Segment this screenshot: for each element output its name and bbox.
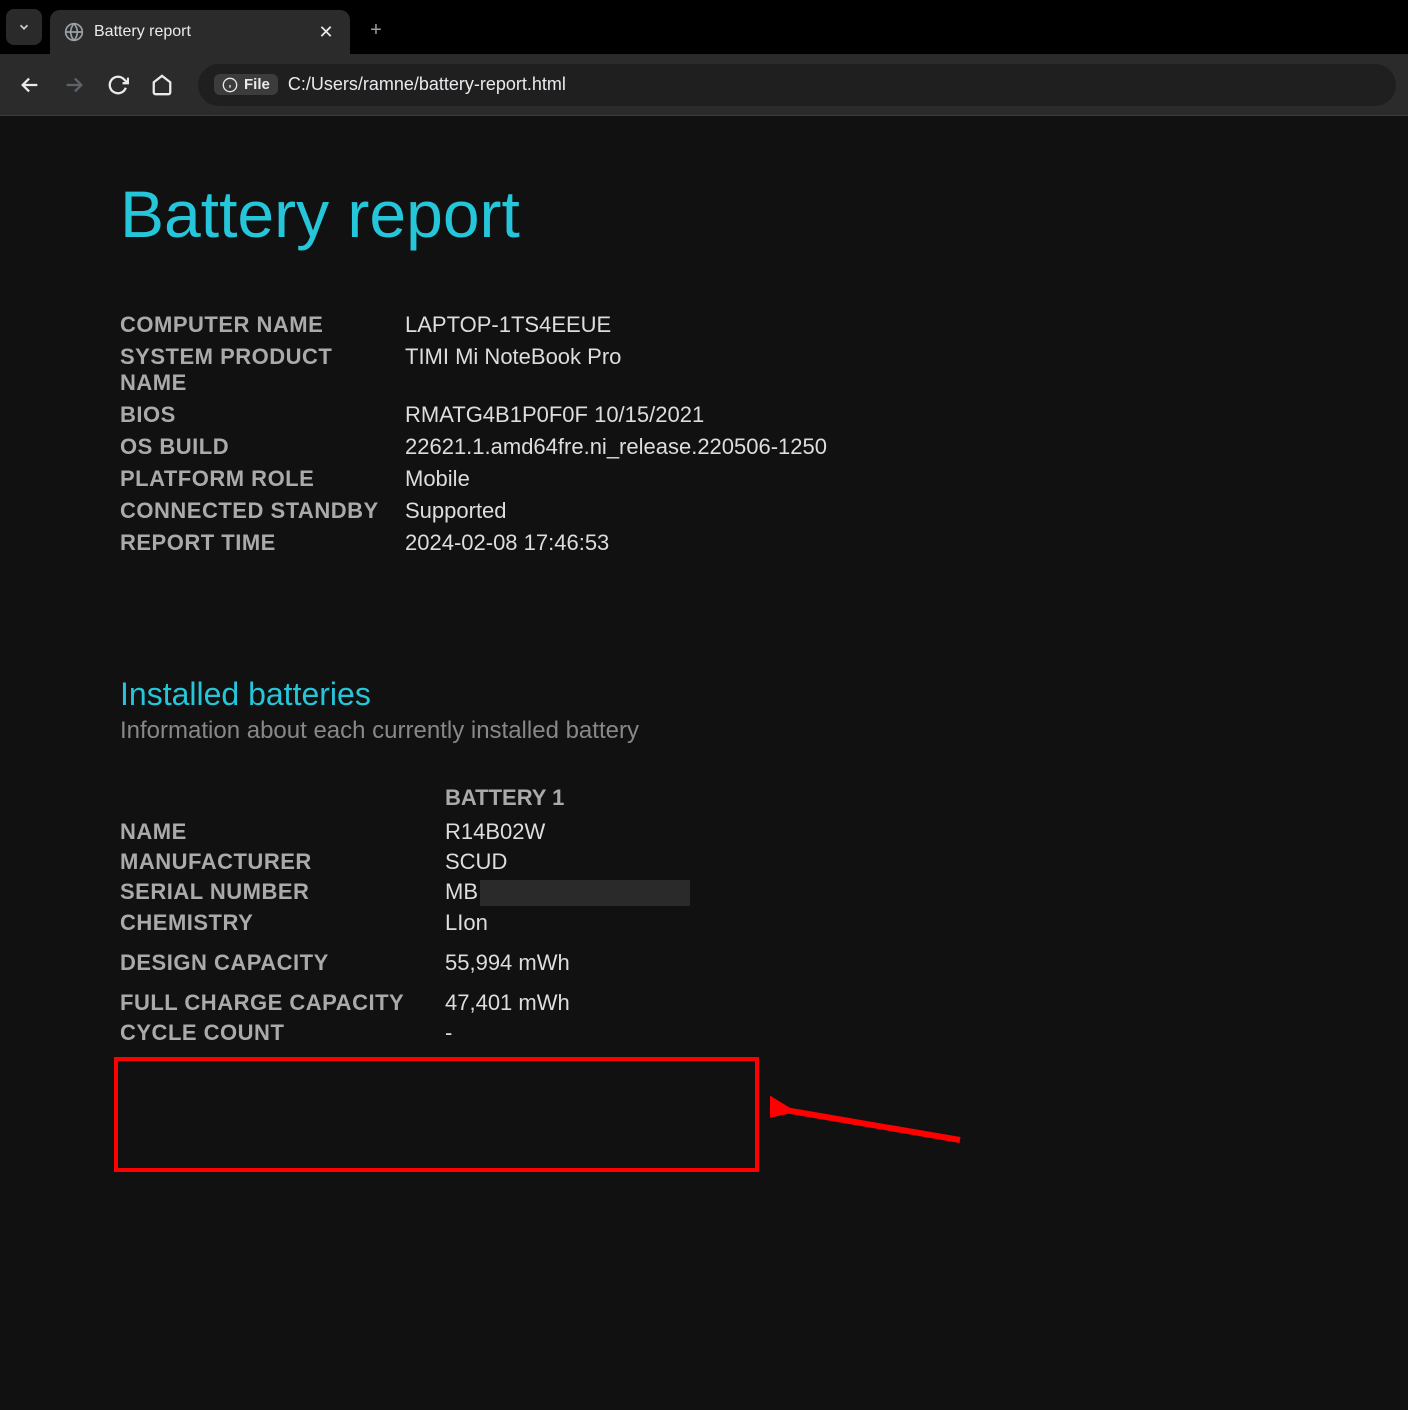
info-value: Mobile bbox=[405, 466, 470, 492]
info-row: MANUFACTURERSCUD bbox=[120, 849, 1408, 875]
info-row: OS BUILD22621.1.amd64fre.ni_release.2205… bbox=[120, 434, 1408, 460]
info-value: TIMI Mi NoteBook Pro bbox=[405, 344, 621, 396]
info-label: SYSTEM PRODUCT NAME bbox=[120, 344, 405, 396]
battery-column-header: BATTERY 1 bbox=[445, 785, 564, 811]
info-row: PLATFORM ROLEMobile bbox=[120, 466, 1408, 492]
info-value: SCUD bbox=[445, 849, 507, 875]
info-row: SERIAL NUMBERMB bbox=[120, 879, 1408, 906]
info-label: COMPUTER NAME bbox=[120, 312, 405, 338]
info-value: LAPTOP-1TS4EEUE bbox=[405, 312, 611, 338]
info-label: CYCLE COUNT bbox=[120, 1020, 445, 1046]
home-icon bbox=[151, 74, 173, 96]
info-label: OS BUILD bbox=[120, 434, 405, 460]
page-title: Battery report bbox=[120, 176, 1408, 252]
address-bar[interactable]: File C:/Users/ramne/battery-report.html bbox=[198, 64, 1396, 106]
battery-info-table: NAMER14B02WMANUFACTURERSCUDSERIAL NUMBER… bbox=[120, 819, 1408, 1046]
forward-button[interactable] bbox=[56, 67, 92, 103]
browser-toolbar: File C:/Users/ramne/battery-report.html bbox=[0, 54, 1408, 116]
info-value: 47,401 mWh bbox=[445, 990, 570, 1016]
tab-search-button[interactable] bbox=[6, 9, 42, 45]
info-label: SERIAL NUMBER bbox=[120, 879, 445, 906]
info-label: MANUFACTURER bbox=[120, 849, 445, 875]
info-label: CONNECTED STANDBY bbox=[120, 498, 405, 524]
info-row: FULL CHARGE CAPACITY47,401 mWh bbox=[120, 980, 1408, 1016]
reload-icon bbox=[107, 74, 129, 96]
info-label: CHEMISTRY bbox=[120, 910, 445, 936]
info-row: REPORT TIME2024-02-08 17:46:53 bbox=[120, 530, 1408, 556]
info-label: NAME bbox=[120, 819, 445, 845]
info-label: REPORT TIME bbox=[120, 530, 405, 556]
info-label: BIOS bbox=[120, 402, 405, 428]
arrow-left-icon bbox=[19, 74, 41, 96]
info-value: MB bbox=[445, 879, 690, 906]
info-value: LIon bbox=[445, 910, 488, 936]
info-value: Supported bbox=[405, 498, 507, 524]
browser-tab[interactable]: Battery report ✕ bbox=[50, 10, 350, 54]
info-value: RMATG4B1P0F0F 10/15/2021 bbox=[405, 402, 704, 428]
arrow-right-icon bbox=[63, 74, 85, 96]
info-value: R14B02W bbox=[445, 819, 545, 845]
chevron-down-icon bbox=[17, 20, 31, 34]
info-label: FULL CHARGE CAPACITY bbox=[120, 990, 445, 1016]
tab-bar: Battery report ✕ + bbox=[0, 0, 1408, 54]
file-chip: File bbox=[214, 74, 278, 95]
url-text: C:/Users/ramne/battery-report.html bbox=[288, 74, 566, 95]
info-label: DESIGN CAPACITY bbox=[120, 950, 445, 976]
info-row: DESIGN CAPACITY55,994 mWh bbox=[120, 940, 1408, 976]
info-row: CHEMISTRYLIon bbox=[120, 910, 1408, 936]
tab-title: Battery report bbox=[94, 23, 306, 41]
system-info-table: COMPUTER NAMELAPTOP-1TS4EEUESYSTEM PRODU… bbox=[120, 312, 1408, 556]
section-title-installed: Installed batteries bbox=[120, 676, 1408, 713]
redacted-block bbox=[480, 880, 690, 906]
info-row: BIOSRMATG4B1P0F0F 10/15/2021 bbox=[120, 402, 1408, 428]
home-button[interactable] bbox=[144, 67, 180, 103]
tab-close-button[interactable]: ✕ bbox=[316, 22, 336, 43]
info-row: COMPUTER NAMELAPTOP-1TS4EEUE bbox=[120, 312, 1408, 338]
info-row: NAMER14B02W bbox=[120, 819, 1408, 845]
info-value: 55,994 mWh bbox=[445, 950, 570, 976]
globe-icon bbox=[64, 22, 84, 42]
info-row: SYSTEM PRODUCT NAMETIMI Mi NoteBook Pro bbox=[120, 344, 1408, 396]
info-value: 2024-02-08 17:46:53 bbox=[405, 530, 609, 556]
info-icon bbox=[222, 77, 238, 93]
section-description: Information about each currently install… bbox=[120, 717, 1408, 745]
browser-chrome: Battery report ✕ + File C:/Users/ramne/b… bbox=[0, 0, 1408, 116]
new-tab-button[interactable]: + bbox=[358, 19, 394, 42]
info-value: 22621.1.amd64fre.ni_release.220506-1250 bbox=[405, 434, 827, 460]
info-value: - bbox=[445, 1020, 452, 1046]
info-label: PLATFORM ROLE bbox=[120, 466, 405, 492]
info-row: CONNECTED STANDBYSupported bbox=[120, 498, 1408, 524]
back-button[interactable] bbox=[12, 67, 48, 103]
reload-button[interactable] bbox=[100, 67, 136, 103]
report-body: Battery report COMPUTER NAMELAPTOP-1TS4E… bbox=[0, 116, 1408, 1410]
battery-header-row: BATTERY 1 bbox=[120, 785, 1408, 811]
info-row: CYCLE COUNT- bbox=[120, 1020, 1408, 1046]
